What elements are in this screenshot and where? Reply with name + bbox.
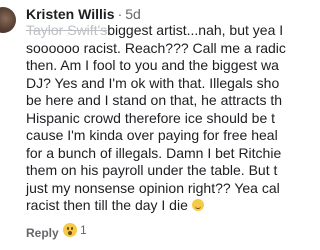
reply-button[interactable]: Reply xyxy=(26,226,59,240)
comment-line: for a bunch of illegals. Damn I bet Ritc… xyxy=(26,144,282,161)
comment-line: cause I'm kinda over paying for free hea… xyxy=(26,127,278,143)
avatar[interactable] xyxy=(0,7,16,33)
comment-line: Hispanic crowd therefore ice should be t xyxy=(26,109,276,126)
comment-line: Taylor Swift'sbiggest artist...nah, but … xyxy=(26,22,283,40)
separator: · xyxy=(117,6,123,22)
comment-line: soooooo racist. Reach??? Call me a radic xyxy=(26,39,286,56)
comment-header: Kristen Willis · 5d xyxy=(26,6,141,22)
comment-line: then. Am I fool to you and the biggest w… xyxy=(26,57,279,73)
comment-line-text: biggest artist...nah, but yea I xyxy=(107,22,284,38)
comment-line: DJ? Yes and I'm ok with that. Illegals s… xyxy=(26,74,280,91)
struck-text: Taylor Swift's xyxy=(26,22,108,38)
wow-face-icon xyxy=(63,223,77,237)
grinning-face-emoji-icon xyxy=(191,199,204,211)
reaction-summary[interactable]: 1 xyxy=(63,223,87,237)
comment-line-text: racist then till the day I die xyxy=(26,197,188,213)
comment-line: racist then till the day I die xyxy=(26,197,266,215)
reaction-count: 1 xyxy=(80,223,87,237)
comment-line: just my nonsense opinion right?? Yea cal xyxy=(26,179,280,196)
timestamp[interactable]: 5d xyxy=(125,6,141,22)
comment-line: be here and I stand on that, he attracts… xyxy=(26,92,283,108)
comment-line: them on his payroll under the table. But… xyxy=(26,162,278,178)
author-name[interactable]: Kristen Willis xyxy=(26,6,115,22)
comment-body: Taylor Swift'sbiggest artist...nah, but … xyxy=(26,22,286,215)
